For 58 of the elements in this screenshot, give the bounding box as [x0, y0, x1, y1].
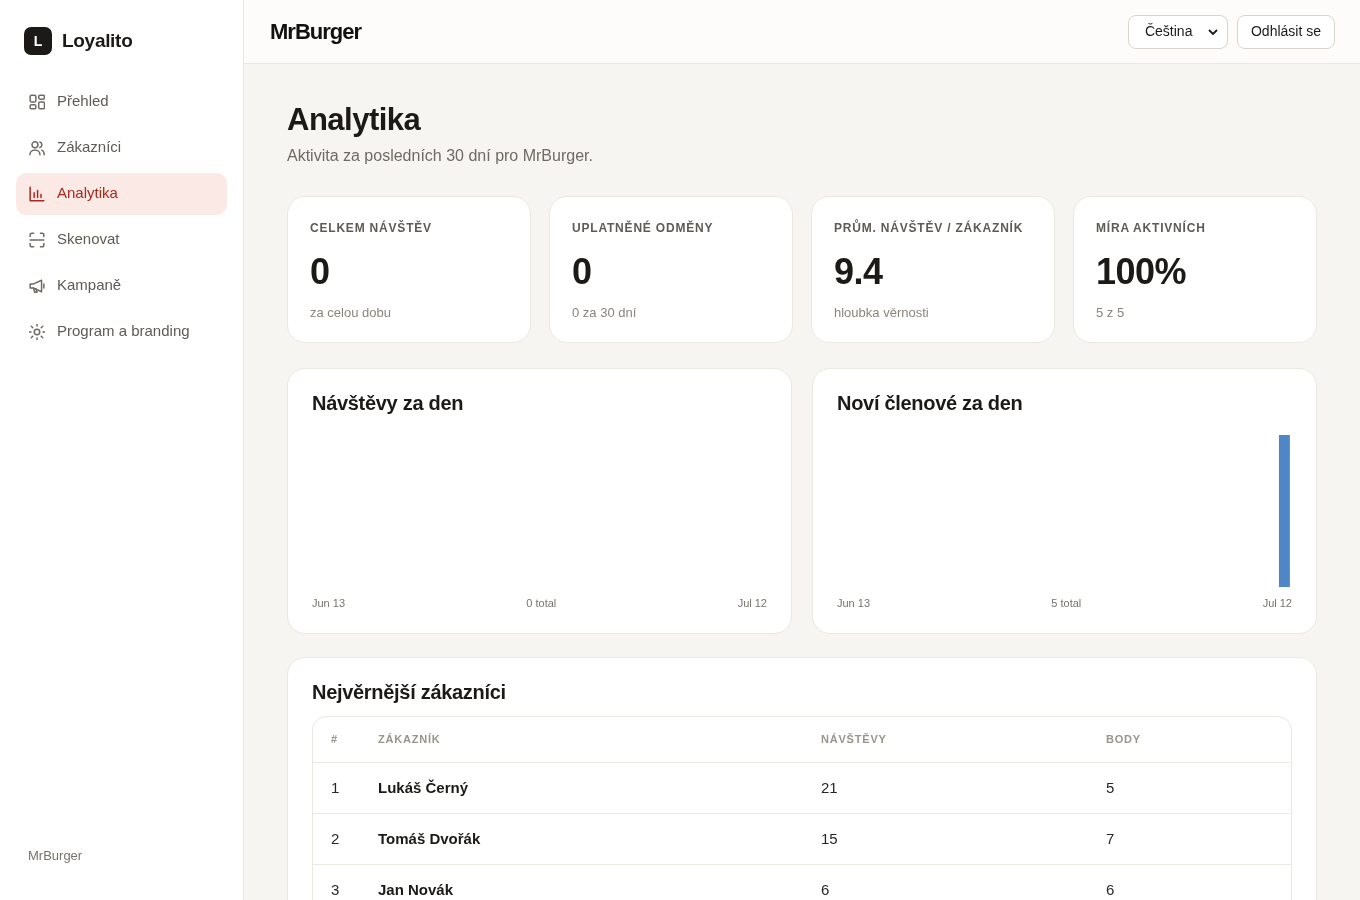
- stat-value: 100%: [1096, 252, 1188, 292]
- axis-label: Jul 12: [1262, 596, 1292, 610]
- stat-label: CELKEM NÁVŠTĚV: [310, 220, 433, 236]
- table-cell-text: 5: [1106, 779, 1116, 797]
- table-cell-text: 1: [331, 779, 341, 797]
- users-icon: [29, 139, 45, 156]
- nav-item[interactable]: Přehled: [16, 80, 227, 123]
- column-header: BODY: [1106, 732, 1142, 748]
- grid-icon: [29, 93, 45, 110]
- bar-chart-icon: [29, 185, 45, 202]
- axis-label: Jun 13: [312, 596, 346, 610]
- chart-title: Noví členové za den: [837, 391, 1024, 415]
- sun-icon: [29, 323, 45, 340]
- stat-value: 0: [310, 252, 331, 292]
- chart-total: 0 total: [526, 596, 557, 610]
- column-header: NÁVŠTĚVY: [821, 732, 888, 748]
- brand-logo: MrBurger: [270, 18, 361, 46]
- language-select[interactable]: Čeština: [1127, 14, 1228, 49]
- table-cell-text: 7: [1106, 830, 1116, 848]
- chart-total: 5 total: [1051, 596, 1082, 610]
- axis-label: Jun 13: [837, 596, 871, 610]
- stat-note: hloubka věrnosti: [834, 304, 930, 322]
- logout-button[interactable]: Odhlásit se: [1236, 14, 1335, 49]
- logo-mark: L: [24, 27, 52, 56]
- nav-item[interactable]: Analytika: [16, 172, 227, 215]
- stat-value: 9.4: [834, 252, 884, 292]
- nav-item[interactable]: Skenovat: [16, 218, 227, 261]
- business-name: MrBurger: [28, 848, 83, 863]
- table-cell-text: 2: [331, 830, 341, 848]
- table-cell-text: Jan Novák: [378, 881, 455, 899]
- stat-value: 0: [572, 252, 593, 292]
- table-cell-text: 6: [821, 881, 831, 899]
- stat-note: 0 za 30 dní: [572, 304, 638, 322]
- app-name: Loyalito: [62, 29, 133, 53]
- nav-item[interactable]: Program a branding: [16, 310, 227, 353]
- table-cell-text: 3: [331, 881, 341, 899]
- stat-label: MÍRA AKTIVNÍCH: [1096, 220, 1207, 236]
- nav-item[interactable]: Kampaně: [16, 264, 227, 307]
- table-cell-text: 15: [821, 830, 839, 848]
- table-cell-text: 21: [821, 779, 839, 797]
- page-subtitle: Aktivita za posledních 30 dní pro MrBurger.: [287, 146, 594, 166]
- nav-item[interactable]: Zákazníci: [16, 126, 227, 169]
- column-header: ZÁKAZNÍK: [378, 732, 442, 748]
- stat-label: PRŮM. NÁVŠTĚV / ZÁKAZNÍK: [834, 220, 1025, 236]
- table-cell-text: Tomáš Dvořák: [378, 830, 482, 848]
- scan-icon: [29, 231, 45, 248]
- megaphone-icon: [29, 277, 45, 294]
- table-cell-text: 6: [1106, 881, 1116, 899]
- section-title: Nejvěrnější zákazníci: [312, 680, 507, 704]
- column-header: #: [331, 732, 339, 748]
- stat-label: UPLATNĚNÉ ODMĚNY: [572, 220, 715, 236]
- table-cell-text: Lukáš Černý: [378, 779, 470, 797]
- chart-title: Návštěvy za den: [312, 391, 465, 415]
- page-title: Analytika: [287, 101, 422, 139]
- axis-label: Jul 12: [737, 596, 767, 610]
- stat-note: 5 z 5: [1096, 304, 1126, 322]
- chevron-down-icon: [1207, 28, 1218, 35]
- stat-note: za celou dobu: [310, 304, 392, 322]
